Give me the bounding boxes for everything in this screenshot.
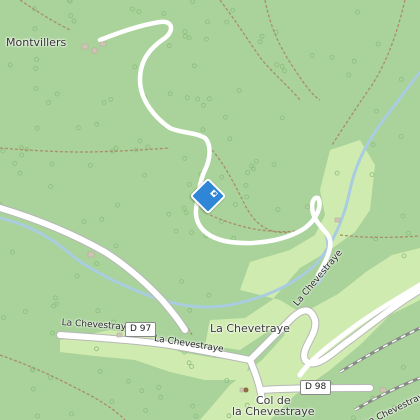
village-label: Montvillers	[6, 36, 67, 49]
route-shield-east: D 98	[300, 380, 332, 395]
map-view[interactable]: Montvillers La Chevetraye Col de la Chev…	[0, 0, 420, 420]
hamlet-label: La Chevetraye	[210, 322, 290, 335]
pass-label: Col de la Chevestraye	[232, 395, 315, 417]
pass-marker	[243, 387, 249, 393]
pass-label-line2: la Chevestraye	[232, 405, 315, 418]
route-shield-west: D 97	[125, 322, 157, 337]
